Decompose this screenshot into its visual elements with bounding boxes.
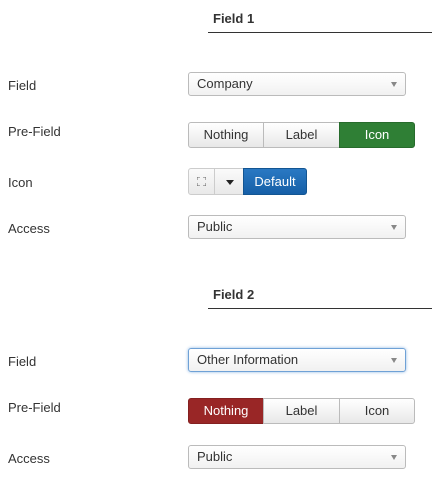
field1-prefield-toggle: Nothing Label Icon [188,122,415,148]
field2-prefield-label-button[interactable]: Label [263,398,340,424]
field1-access-value: Public [197,219,233,234]
field1-divider [208,32,432,33]
field1-icon-picker: Default [188,168,307,195]
field1-prefield-label: Pre-Field [8,124,61,139]
field2-access-value: Public [197,449,233,464]
chevron-down-icon [391,225,397,230]
field2-field-label: Field [8,354,37,369]
chevron-down-icon [391,358,397,363]
field2-prefield-toggle: Nothing Label Icon [188,398,415,424]
field1-prefield-label-button[interactable]: Label [263,122,340,148]
expand-icon [197,177,206,186]
field1-prefield-icon-button[interactable]: Icon [339,122,415,148]
icon-dropdown-button[interactable] [214,168,244,195]
field2-access-label: Access [8,451,50,466]
caret-down-icon [226,180,234,185]
field1-prefield-nothing-button[interactable]: Nothing [188,122,264,148]
field2-prefield-nothing-button[interactable]: Nothing [188,398,264,424]
field2-title: Field 2 [213,287,255,302]
field2-access-select[interactable]: Public [188,445,406,469]
field1-access-label: Access [8,221,50,236]
field1-access-select[interactable]: Public [188,215,406,239]
chevron-down-icon [391,455,397,460]
field2-field-select[interactable]: Other Information [188,348,406,372]
field1-field-value: Company [197,76,253,91]
field2-divider [208,308,432,309]
icon-default-button[interactable]: Default [243,168,307,195]
icon-preview-button[interactable] [188,168,215,195]
field1-field-label: Field [8,78,37,93]
chevron-down-icon [391,82,397,87]
field1-title: Field 1 [213,11,255,26]
field2-prefield-label: Pre-Field [8,400,61,415]
field2-field-value: Other Information [197,352,299,367]
field1-field-select[interactable]: Company [188,72,406,96]
field2-prefield-icon-button[interactable]: Icon [339,398,415,424]
field1-icon-label: Icon [8,175,33,190]
